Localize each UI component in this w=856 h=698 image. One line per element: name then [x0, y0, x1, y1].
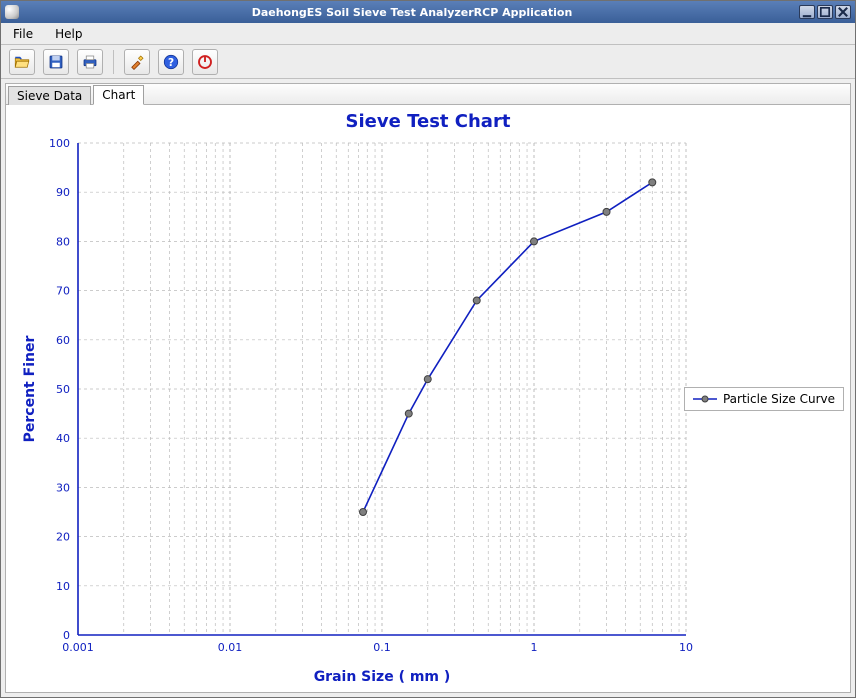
close-icon — [836, 5, 850, 19]
tab-sieve-data[interactable]: Sieve Data — [8, 86, 91, 105]
window-controls — [799, 5, 851, 19]
window-title: DaehongES Soil Sieve Test AnalyzerRCP Ap… — [25, 6, 799, 19]
menu-file[interactable]: File — [7, 25, 39, 43]
legend-label: Particle Size Curve — [723, 392, 835, 406]
help-button[interactable]: ? — [158, 49, 184, 75]
svg-text:0.001: 0.001 — [62, 641, 94, 654]
svg-text:50: 50 — [56, 383, 70, 396]
svg-text:90: 90 — [56, 186, 70, 199]
content-frame: Sieve Data Chart Sieve Test Chart 0.0010… — [1, 79, 855, 697]
folder-open-icon — [13, 53, 31, 71]
svg-text:?: ? — [168, 56, 174, 68]
tab-chart[interactable]: Chart — [93, 85, 144, 105]
menubar: File Help — [1, 23, 855, 45]
svg-text:40: 40 — [56, 432, 70, 445]
power-icon — [196, 53, 214, 71]
minimize-icon — [800, 5, 814, 19]
print-button[interactable] — [77, 49, 103, 75]
toolbar-separator — [113, 50, 114, 74]
svg-text:80: 80 — [56, 235, 70, 248]
tools-icon — [128, 53, 146, 71]
toolbar: ? — [1, 45, 855, 79]
floppy-disk-icon — [47, 53, 65, 71]
app-icon — [5, 5, 19, 19]
svg-text:10: 10 — [679, 641, 693, 654]
svg-text:100: 100 — [49, 137, 70, 150]
svg-text:20: 20 — [56, 531, 70, 544]
chart-plot: 0.0010.010.11100102030405060708090100Gra… — [16, 135, 696, 695]
maximize-icon — [818, 5, 832, 19]
tab-strip: Sieve Data Chart — [5, 83, 851, 105]
svg-text:70: 70 — [56, 285, 70, 298]
svg-text:1: 1 — [531, 641, 538, 654]
svg-text:60: 60 — [56, 334, 70, 347]
exit-button[interactable] — [192, 49, 218, 75]
svg-text:0.01: 0.01 — [218, 641, 243, 654]
chart-legend: Particle Size Curve — [684, 387, 844, 411]
chart-title: Sieve Test Chart — [6, 105, 850, 132]
tools-button[interactable] — [124, 49, 150, 75]
svg-text:10: 10 — [56, 580, 70, 593]
app-window: DaehongES Soil Sieve Test AnalyzerRCP Ap… — [0, 0, 856, 698]
help-icon: ? — [162, 53, 180, 71]
maximize-button[interactable] — [817, 5, 833, 19]
printer-icon — [81, 53, 99, 71]
svg-text:0: 0 — [63, 629, 70, 642]
svg-text:Grain Size ( mm ): Grain Size ( mm ) — [314, 669, 451, 685]
svg-text:0.1: 0.1 — [373, 641, 391, 654]
svg-text:Percent Finer: Percent Finer — [22, 336, 38, 443]
menu-help[interactable]: Help — [49, 25, 88, 43]
chart-area: Sieve Test Chart 0.0010.010.111001020304… — [5, 105, 851, 693]
close-button[interactable] — [835, 5, 851, 19]
open-button[interactable] — [9, 49, 35, 75]
save-button[interactable] — [43, 49, 69, 75]
legend-swatch — [693, 394, 717, 404]
svg-text:30: 30 — [56, 481, 70, 494]
titlebar: DaehongES Soil Sieve Test AnalyzerRCP Ap… — [1, 1, 855, 23]
minimize-button[interactable] — [799, 5, 815, 19]
